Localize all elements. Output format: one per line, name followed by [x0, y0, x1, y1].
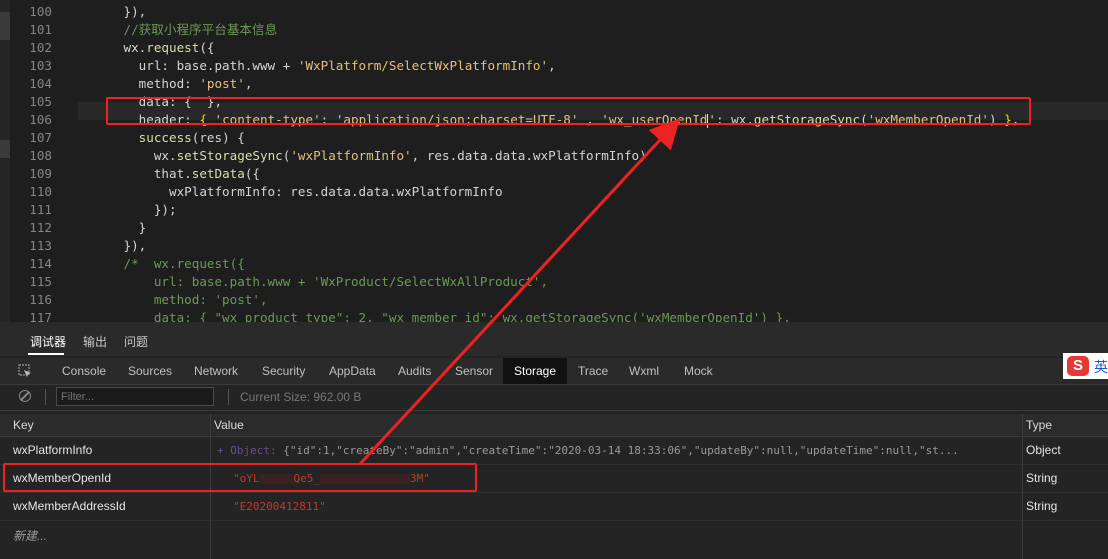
arrow-line: [358, 118, 681, 466]
annotation-arrow: [358, 118, 681, 466]
